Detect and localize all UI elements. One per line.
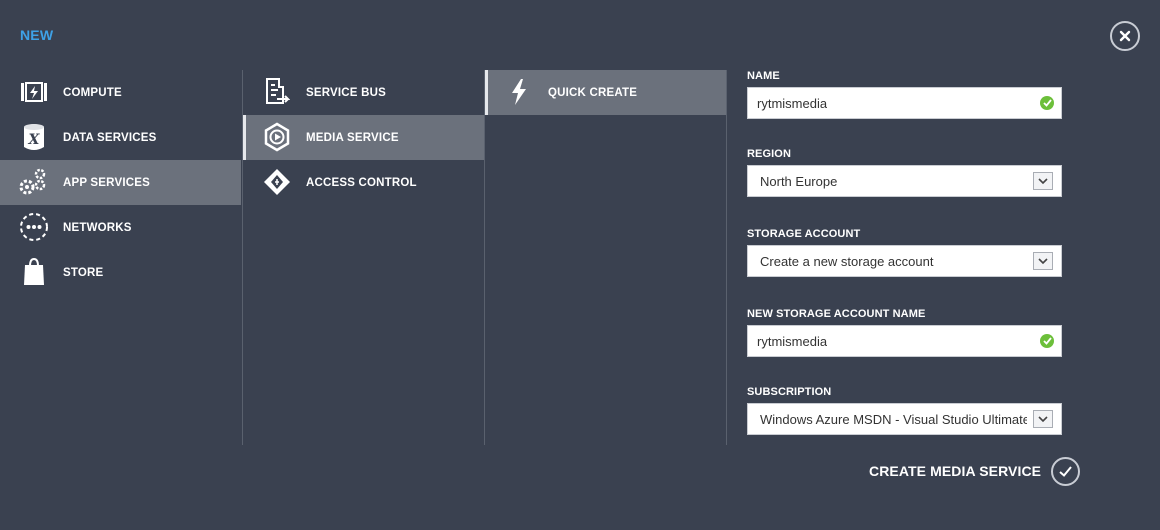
category-label: NETWORKS <box>63 221 132 234</box>
service-item-access-control[interactable]: ACCESS CONTROL <box>243 160 484 205</box>
chevron-down-icon[interactable] <box>1033 410 1053 428</box>
storage-value: Create a new storage account <box>760 253 934 269</box>
new-storage-name-label: NEW STORAGE ACCOUNT NAME <box>747 308 926 320</box>
shopping-bag-icon <box>18 256 50 288</box>
lightning-icon <box>503 76 535 108</box>
storage-account-select[interactable]: Create a new storage account <box>747 245 1062 277</box>
subscription-select[interactable]: Windows Azure MSDN - Visual Studio Ultim… <box>747 403 1062 435</box>
new-storage-name-field[interactable]: rytmismedia <box>747 325 1062 357</box>
category-list: COMPUTE x DATA SERVICES APP SERVICES <box>0 70 241 445</box>
name-field[interactable]: rytmismedia <box>747 87 1062 119</box>
compute-icon <box>18 76 50 108</box>
name-label: NAME <box>747 70 780 82</box>
category-label: APP SERVICES <box>63 176 150 189</box>
region-select[interactable]: North Europe <box>747 165 1062 197</box>
action-label: QUICK CREATE <box>548 86 638 99</box>
chevron-down-icon[interactable] <box>1033 172 1053 190</box>
region-label: REGION <box>747 148 791 160</box>
media-service-icon <box>261 121 293 153</box>
category-item-app-services[interactable]: APP SERVICES <box>0 160 241 205</box>
category-item-networks[interactable]: NETWORKS <box>0 205 241 250</box>
action-item-quick-create[interactable]: QUICK CREATE <box>485 70 726 115</box>
svg-text:x: x <box>27 132 40 148</box>
network-icon <box>18 211 50 243</box>
create-mode-list: QUICK CREATE <box>484 70 727 445</box>
valid-check-icon <box>1040 96 1054 110</box>
service-list: SERVICE BUS MEDIA SERVICE ACCESS CONTROL <box>242 70 484 445</box>
database-icon: x <box>18 121 50 153</box>
region-group: REGION North Europe <box>747 148 1062 197</box>
category-item-data-services[interactable]: x DATA SERVICES <box>0 115 241 160</box>
category-label: DATA SERVICES <box>63 131 157 144</box>
service-label: MEDIA SERVICE <box>306 131 399 144</box>
dialog-title: NEW <box>20 27 54 43</box>
service-item-service-bus[interactable]: SERVICE BUS <box>243 70 484 115</box>
subscription-value: Windows Azure MSDN - Visual Studio Ultim… <box>760 411 1027 427</box>
new-storage-name-group: NEW STORAGE ACCOUNT NAME rytmismedia <box>747 308 1062 357</box>
service-item-media-service[interactable]: MEDIA SERVICE <box>243 115 484 160</box>
region-value: North Europe <box>760 173 838 189</box>
valid-check-icon <box>1040 334 1054 348</box>
storage-group: STORAGE ACCOUNT Create a new storage acc… <box>747 228 1062 277</box>
category-label: COMPUTE <box>63 86 122 99</box>
checkmark-icon[interactable] <box>1051 456 1081 486</box>
service-bus-icon <box>261 76 293 108</box>
close-icon <box>1119 30 1131 42</box>
name-group: NAME rytmismedia <box>747 70 1062 119</box>
service-label: SERVICE BUS <box>306 86 386 99</box>
category-item-store[interactable]: STORE <box>0 250 241 295</box>
name-value: rytmismedia <box>757 95 828 111</box>
close-button[interactable] <box>1110 21 1140 51</box>
category-label: STORE <box>63 266 104 279</box>
create-media-service-button[interactable]: CREATE MEDIA SERVICE <box>869 456 1081 486</box>
subscription-label: SUBSCRIPTION <box>747 386 832 398</box>
new-storage-name-value: rytmismedia <box>757 333 828 349</box>
service-label: ACCESS CONTROL <box>306 176 417 189</box>
create-label: CREATE MEDIA SERVICE <box>869 463 1042 479</box>
storage-label: STORAGE ACCOUNT <box>747 228 861 240</box>
category-item-compute[interactable]: COMPUTE <box>0 70 241 115</box>
access-control-icon <box>261 166 293 198</box>
gears-icon <box>18 166 50 198</box>
subscription-group: SUBSCRIPTION Windows Azure MSDN - Visual… <box>747 386 1062 435</box>
chevron-down-icon[interactable] <box>1033 252 1053 270</box>
